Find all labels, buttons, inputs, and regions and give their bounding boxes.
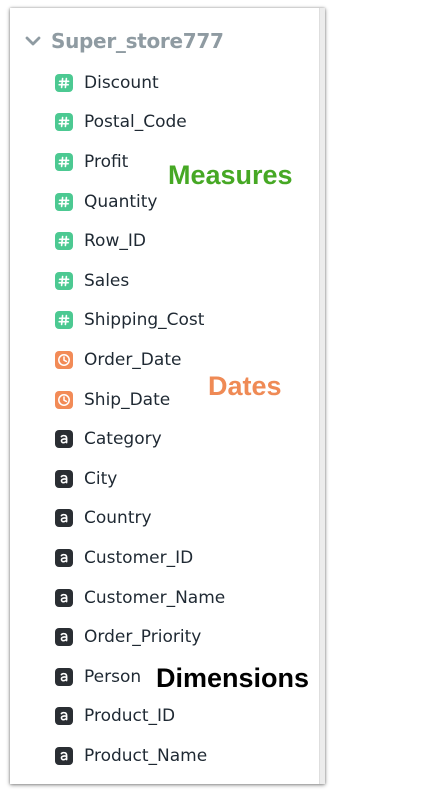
text-a-icon (55, 628, 73, 647)
field-label: Quantity (84, 191, 158, 212)
hash-icon (55, 73, 73, 92)
hash-icon (55, 311, 73, 330)
hash-icon (55, 113, 73, 132)
field-label: Order_Date (84, 349, 182, 370)
dates-annotation: Dates (208, 371, 282, 401)
field-item-order-priority[interactable]: Order_Priority (55, 617, 225, 657)
field-label: Customer_Name (84, 587, 226, 608)
field-label: Postal_Code (84, 112, 187, 133)
field-label: Product_ID (84, 706, 176, 727)
field-item-country[interactable]: Country (55, 499, 225, 539)
field-label: Shipping_Cost (84, 310, 205, 331)
field-item-customer-id[interactable]: Customer_ID (55, 538, 225, 578)
dimensions-annotation: Dimensions (156, 663, 310, 693)
datasource-header[interactable]: Super_store777 (23, 26, 224, 56)
field-item-ship-date[interactable]: Ship_Date (55, 380, 225, 420)
field-label: Ship_Date (84, 389, 171, 410)
field-label: Sales (84, 270, 130, 291)
text-a-icon (55, 469, 73, 488)
field-item-sales[interactable]: Sales (55, 261, 225, 301)
clock-icon (55, 390, 73, 409)
field-label: City (84, 468, 118, 489)
field-item-order-date[interactable]: Order_Date (55, 340, 225, 380)
text-a-icon (55, 746, 73, 765)
text-a-icon (55, 509, 73, 528)
field-item-city[interactable]: City (55, 459, 225, 499)
field-label: Country (84, 508, 152, 529)
text-a-icon (55, 588, 73, 607)
text-a-icon (55, 707, 73, 726)
field-item-shipping-cost[interactable]: Shipping_Cost (55, 301, 225, 341)
field-label: Discount (84, 72, 159, 93)
hash-icon (55, 271, 73, 290)
field-label: Person (84, 666, 142, 687)
field-item-customer-name[interactable]: Customer_Name (55, 578, 225, 618)
field-label: Order_Priority (84, 627, 202, 648)
field-label: Profit (84, 151, 129, 172)
text-a-icon (55, 667, 73, 686)
hash-icon (55, 152, 73, 171)
clock-icon (55, 350, 73, 369)
datasource-name: Super_store777 (51, 29, 224, 53)
field-label: Product_Name (84, 745, 208, 766)
panel-scrollbar[interactable] (319, 8, 325, 784)
field-label: Category (84, 429, 162, 450)
field-item-product-id[interactable]: Product_ID (55, 697, 225, 737)
field-item-postal-code[interactable]: Postal_Code (55, 103, 225, 143)
measures-annotation: Measures (168, 160, 293, 190)
field-label: Customer_ID (84, 547, 194, 568)
field-item-category[interactable]: Category (55, 419, 225, 459)
hash-icon (55, 232, 73, 251)
field-item-product-name[interactable]: Product_Name (55, 736, 225, 776)
hash-icon (55, 192, 73, 211)
text-a-icon (55, 430, 73, 449)
text-a-icon (55, 548, 73, 567)
field-item-row-id[interactable]: Row_ID (55, 221, 225, 261)
chevron-down-icon[interactable] (23, 31, 43, 51)
field-item-discount[interactable]: Discount (55, 63, 225, 103)
field-label: Row_ID (84, 231, 146, 252)
